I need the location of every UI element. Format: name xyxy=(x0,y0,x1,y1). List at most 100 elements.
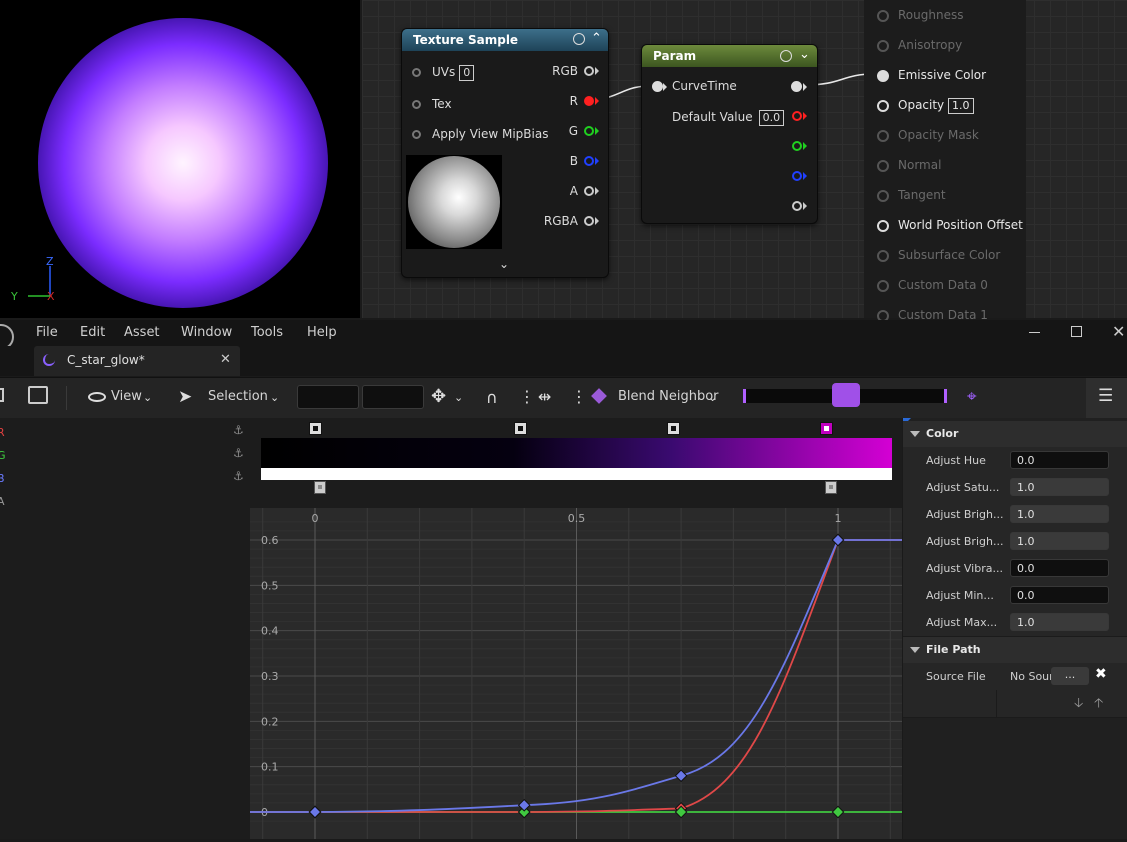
browse-folder-icon[interactable] xyxy=(28,386,48,404)
menu-edit[interactable]: Edit xyxy=(80,325,105,340)
alpha-gradient-bar[interactable] xyxy=(261,468,892,480)
detail-value-input[interactable]: 1.0 xyxy=(1010,613,1109,631)
param-node[interactable]: Param ⌄ CurveTime Default Value 0.0 xyxy=(641,44,818,224)
detail-value-input[interactable]: 1.0 xyxy=(1010,532,1109,550)
move-up-icon[interactable]: 🡡 xyxy=(1094,694,1103,716)
collapse-chevron-icon[interactable]: ⌄ xyxy=(799,47,810,62)
selection-dropdown[interactable]: Selection xyxy=(208,389,268,404)
tab-c-star-glow[interactable]: C_star_glow* ✕ xyxy=(34,346,240,376)
chevron-down-icon xyxy=(910,431,920,437)
pin-channel-icon[interactable]: ⚓ xyxy=(233,469,244,483)
output-a-pin[interactable] xyxy=(792,201,802,211)
curve-key-g[interactable] xyxy=(831,805,845,819)
move-down-icon[interactable]: 🡣 xyxy=(1074,694,1083,716)
curve-plot[interactable]: 0 0.5 100.10.20.30.40.50.6 xyxy=(250,508,902,839)
output-b-pin[interactable] xyxy=(792,171,802,181)
blend-neighbor-dropdown[interactable]: Blend Neighbor xyxy=(618,389,719,404)
channel-b[interactable]: B xyxy=(0,472,5,485)
material-result-node[interactable]: Roughness Anisotropy Emissive Color Opacity… xyxy=(864,0,1026,322)
output-label: B xyxy=(569,154,578,168)
snap-magnet-icon[interactable]: ∩ xyxy=(486,388,498,407)
color-stop-handle[interactable] xyxy=(820,422,833,435)
tab-close-icon[interactable]: ✕ xyxy=(220,352,231,367)
menu-asset[interactable]: Asset xyxy=(124,325,160,340)
curve-key-b[interactable] xyxy=(674,769,688,783)
default-value-field[interactable]: Default Value 0.0 xyxy=(672,110,785,126)
focus-frame-icon[interactable]: ⌖ xyxy=(967,387,977,407)
maximize-icon[interactable] xyxy=(1071,326,1082,337)
more-options-icon[interactable]: ⋮ xyxy=(519,387,535,406)
detail-label: Adjust Hue xyxy=(926,454,986,467)
color-gradient-bar[interactable] xyxy=(261,438,892,468)
clear-icon[interactable]: ✖ xyxy=(1095,666,1107,682)
y-tick-label: 0.1 xyxy=(261,761,279,774)
minimize-icon[interactable] xyxy=(1029,332,1040,333)
chevron-down-icon: ⌄ xyxy=(270,391,280,404)
view-dropdown[interactable]: View xyxy=(111,389,142,404)
alpha-stop-handle[interactable] xyxy=(825,481,837,494)
detail-value-input[interactable]: 1.0 xyxy=(1010,505,1109,523)
output-g-pin[interactable]: G xyxy=(500,124,600,140)
blend-slider[interactable] xyxy=(743,383,947,407)
browse-button[interactable]: ... xyxy=(1051,667,1089,685)
output-b-pin[interactable]: B xyxy=(500,154,600,170)
output-r-pin[interactable] xyxy=(792,111,802,121)
section-file-path-header[interactable]: File Path xyxy=(903,637,1127,663)
detail-value-input[interactable]: 0.0 xyxy=(1010,559,1109,577)
menu-window[interactable]: Window xyxy=(181,325,232,340)
blend-slider-thumb[interactable] xyxy=(832,383,860,407)
channel-g[interactable]: G xyxy=(0,449,6,462)
retime-tool-icon[interactable]: ⇹ xyxy=(538,387,551,406)
x-tick-label: 0.5 xyxy=(568,512,586,525)
save-icon[interactable] xyxy=(0,388,4,402)
detail-value-input[interactable]: 1.0 xyxy=(1010,478,1109,496)
detail-value-input[interactable]: 0.0 xyxy=(1010,586,1109,604)
preview-toggle-icon[interactable] xyxy=(573,33,585,45)
color-stop-handle[interactable] xyxy=(309,422,322,435)
texture-sample-node[interactable]: Texture Sample ⌃ UVs 0 Tex Apply View Mip… xyxy=(401,28,609,278)
pin-channel-icon[interactable]: ⚓ xyxy=(233,446,244,460)
curve-key-b[interactable] xyxy=(517,798,531,812)
output-rgb-pin[interactable]: RGB xyxy=(500,64,600,80)
result-input-label: Opacity Mask xyxy=(898,128,979,142)
output-r-pin[interactable]: R xyxy=(500,94,600,110)
preview-viewport[interactable]: Z Y X xyxy=(0,0,360,318)
expand-chevron-icon[interactable]: ⌄ xyxy=(499,257,509,271)
curve-graph[interactable]: 0 0.5 1 0 0.1 0.2 0.3 0.4 0.5 0.6 xyxy=(250,508,902,839)
curve-asset-icon xyxy=(43,354,55,366)
menu-file[interactable]: File xyxy=(36,325,58,340)
menu-help[interactable]: Help xyxy=(307,325,337,340)
value-input[interactable] xyxy=(362,385,424,409)
output-a-pin[interactable]: A xyxy=(500,184,600,200)
color-stop-handle[interactable] xyxy=(667,422,680,435)
detail-value-input[interactable]: 0.0 xyxy=(1010,451,1109,469)
time-input[interactable] xyxy=(297,385,359,409)
opacity-value-field[interactable]: 1.0 xyxy=(948,98,974,114)
menu-tools[interactable]: Tools xyxy=(251,325,283,340)
curve-key-b[interactable] xyxy=(831,533,845,547)
output-label: R xyxy=(569,94,578,108)
output-g-pin[interactable] xyxy=(792,141,802,151)
channel-a[interactable]: A xyxy=(0,495,5,508)
pin-channel-icon[interactable]: ⚓ xyxy=(233,423,244,437)
collapse-chevron-icon[interactable]: ⌃ xyxy=(591,31,602,46)
alpha-stop-handle[interactable] xyxy=(314,481,326,494)
section-color-header[interactable]: Color xyxy=(903,421,1127,447)
output-pin[interactable] xyxy=(791,81,802,92)
curve-key-b[interactable] xyxy=(308,805,322,819)
pin-circle-icon xyxy=(877,160,889,172)
result-input-label: Subsurface Color xyxy=(898,248,1001,262)
output-rgba-pin[interactable]: RGBA xyxy=(500,214,600,230)
y-tick-label: 0.3 xyxy=(261,670,279,683)
channel-r[interactable]: R xyxy=(0,426,5,439)
material-graph[interactable]: Texture Sample ⌃ UVs 0 Tex Apply View Mip… xyxy=(362,0,1127,322)
axis-y-label: Y xyxy=(11,290,18,303)
close-window-icon[interactable]: ✕ xyxy=(1112,322,1125,341)
detail-label: Adjust Max... xyxy=(926,616,998,629)
color-gradient-editor[interactable] xyxy=(250,418,902,508)
select-cursor-icon[interactable]: ➤ xyxy=(178,387,192,407)
more-options-icon[interactable]: ⋮ xyxy=(571,387,587,406)
preview-toggle-icon[interactable] xyxy=(780,50,792,62)
color-stop-handle[interactable] xyxy=(514,422,527,435)
transform-tool-icon[interactable]: ✥ xyxy=(431,386,446,407)
